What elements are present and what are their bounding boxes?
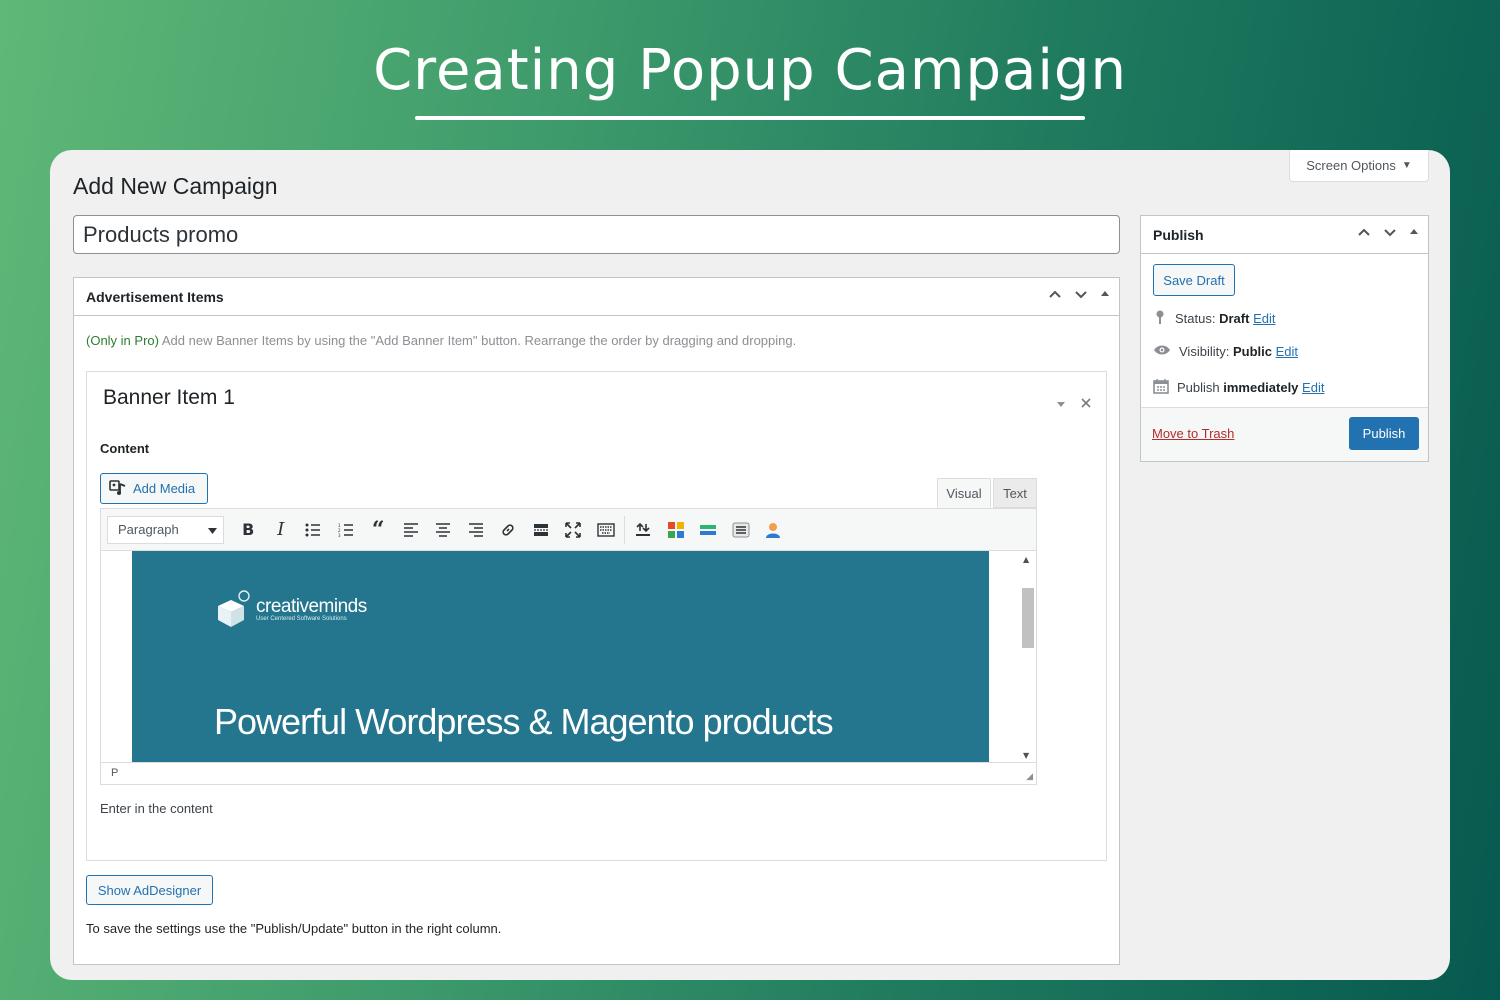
pro-note-text: Add new Banner Items by using the "Add B…: [158, 333, 797, 348]
show-adesigner-button[interactable]: Show AdDesigner: [86, 875, 213, 905]
numbered-list-icon[interactable]: 123: [330, 515, 363, 545]
promo-banner-image: creativeminds User Centered Software Sol…: [132, 551, 989, 762]
advertisement-items-header: Advertisement Items: [74, 278, 1119, 316]
move-to-trash-link[interactable]: Move to Trash: [1152, 426, 1234, 441]
publish-date-label: Publish: [1177, 380, 1220, 395]
grid-plugin-icon[interactable]: [660, 515, 693, 545]
promo-headline: Powerful Wordpress & Magento products: [214, 701, 834, 742]
admin-panel: Screen Options ▼ Add New Campaign Produc…: [50, 150, 1450, 980]
svg-text:3: 3: [338, 533, 341, 537]
user-plugin-icon[interactable]: [757, 515, 790, 545]
read-more-icon[interactable]: [525, 515, 558, 545]
collapse-toggle-icon[interactable]: [1099, 286, 1111, 302]
align-left-icon[interactable]: [395, 515, 428, 545]
content-help-text: Enter in the content: [100, 801, 213, 816]
element-path[interactable]: P: [111, 767, 118, 779]
banner-item-controls: [1056, 394, 1092, 413]
creativeminds-logo: creativeminds User Centered Software Sol…: [214, 589, 367, 629]
banner-item-title: Banner Item 1: [103, 386, 235, 409]
upload-icon[interactable]: [627, 515, 660, 545]
format-select-value: Paragraph: [118, 522, 179, 537]
collapse-toggle-icon[interactable]: [1408, 224, 1420, 240]
blockquote-icon[interactable]: “: [362, 515, 395, 545]
scroll-down-icon[interactable]: ▼: [1023, 751, 1029, 760]
add-media-button[interactable]: Add Media: [100, 473, 208, 504]
screen-options-label: Screen Options: [1306, 158, 1396, 173]
caret-down-icon: ▼: [1401, 160, 1412, 171]
save-draft-button[interactable]: Save Draft: [1153, 264, 1235, 296]
move-up-icon[interactable]: [1047, 286, 1063, 302]
advertisement-items-box: Advertisement Items (Only in Pro) Add ne…: [73, 277, 1120, 965]
banner-item: Banner Item 1 Content Add Media Visual T…: [86, 371, 1107, 861]
add-media-label: Add Media: [133, 481, 196, 496]
fullscreen-icon[interactable]: [557, 515, 590, 545]
link-icon[interactable]: [492, 515, 525, 545]
visibility-label: Visibility:: [1179, 344, 1230, 359]
table-plugin-icon[interactable]: [692, 515, 725, 545]
pro-note-badge: (Only in Pro): [86, 333, 159, 348]
publish-date-value: immediately: [1223, 380, 1299, 395]
editor-content-area[interactable]: creativeminds User Centered Software Sol…: [100, 551, 1037, 763]
publish-box-title: Publish: [1153, 226, 1204, 243]
editor-scrollbar[interactable]: ▲ ▼: [1020, 551, 1036, 762]
status-label: Status:: [1175, 311, 1216, 326]
eye-icon: [1153, 344, 1171, 359]
italic-icon[interactable]: I: [265, 515, 298, 545]
status-edit-link[interactable]: Edit: [1253, 311, 1275, 326]
advertisement-items-title: Advertisement Items: [86, 288, 224, 305]
calendar-icon: [1153, 378, 1169, 397]
hero-title: Creating Popup Campaign: [373, 38, 1127, 103]
resize-grip-icon[interactable]: ◢: [1026, 771, 1033, 782]
scroll-up-icon[interactable]: ▲: [1023, 555, 1029, 564]
visibility-value: Public: [1232, 344, 1272, 359]
visibility-edit-link[interactable]: Edit: [1276, 344, 1298, 359]
dropdown-arrow-icon: [208, 522, 217, 537]
publish-box: Publish Save Draft Status: Draft Edit Vi…: [1140, 215, 1429, 462]
move-down-icon[interactable]: [1073, 286, 1089, 302]
bullet-list-icon[interactable]: [297, 515, 330, 545]
screen-options-button[interactable]: Screen Options ▼: [1289, 150, 1429, 182]
publish-date-edit-link[interactable]: Edit: [1302, 380, 1324, 395]
status-row: Status: Draft Edit: [1153, 309, 1275, 328]
visibility-row: Visibility: Public Edit: [1153, 344, 1298, 359]
publish-header: Publish: [1141, 216, 1428, 254]
banner-collapse-icon[interactable]: [1056, 394, 1066, 413]
tab-visual[interactable]: Visual: [937, 478, 991, 508]
format-select[interactable]: Paragraph: [107, 515, 224, 544]
pro-note: (Only in Pro) Add new Banner Items by us…: [86, 333, 796, 348]
publish-box-handles: [1356, 224, 1420, 240]
pin-icon: [1153, 309, 1167, 328]
bold-icon[interactable]: B: [232, 515, 265, 545]
logo-cube-icon: [218, 590, 250, 627]
major-publishing-actions: Move to Trash Publish: [1141, 407, 1428, 461]
publish-button[interactable]: Publish: [1349, 417, 1419, 450]
scrollbar-thumb[interactable]: [1022, 588, 1034, 648]
banner-remove-icon[interactable]: [1080, 394, 1092, 413]
align-center-icon[interactable]: [427, 515, 460, 545]
form-plugin-icon[interactable]: [725, 515, 758, 545]
move-down-icon[interactable]: [1382, 224, 1398, 240]
page-title: Add New Campaign: [73, 173, 278, 199]
campaign-title-input[interactable]: Products promo: [73, 215, 1120, 254]
publish-date-row: Publish immediately Edit: [1153, 378, 1324, 397]
content-label: Content: [100, 441, 150, 456]
tab-text[interactable]: Text: [993, 478, 1037, 508]
box-handles: [1047, 286, 1111, 302]
toolbar-separator: [624, 515, 625, 544]
editor-statusbar: P ◢: [100, 763, 1037, 785]
move-up-icon[interactable]: [1356, 224, 1372, 240]
save-settings-note: To save the settings use the "Publish/Up…: [86, 921, 502, 936]
logo-text: creativeminds: [256, 595, 367, 617]
keyboard-icon[interactable]: [590, 515, 623, 545]
editor-toolbar: Paragraph B I 123 “: [100, 508, 1037, 551]
media-icon: [109, 479, 127, 498]
status-value: Draft: [1219, 311, 1250, 326]
align-right-icon[interactable]: [460, 515, 493, 545]
hero-underline: [415, 116, 1085, 120]
